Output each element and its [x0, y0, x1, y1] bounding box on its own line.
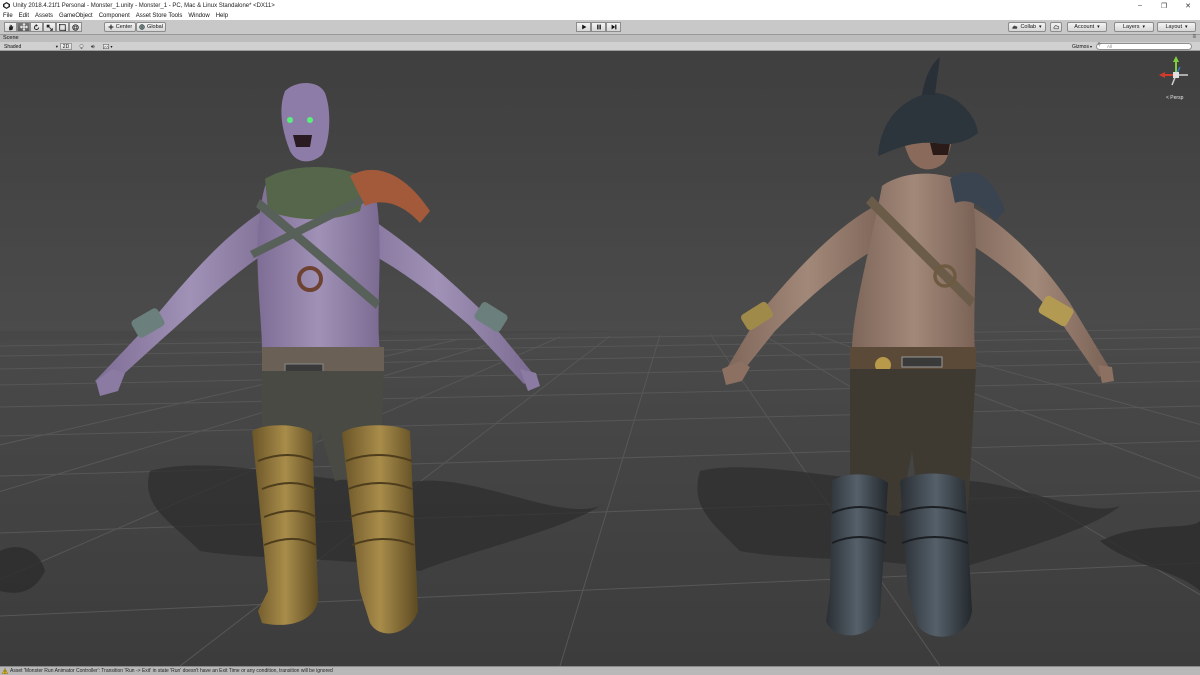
gizmos-dropdown[interactable]: Gizmos ▾	[1072, 43, 1096, 50]
scene-tab-strip: Scene ≡	[0, 34, 1200, 42]
account-dropdown-icon: ▾	[1097, 24, 1100, 30]
menu-file[interactable]: File	[3, 13, 13, 19]
pause-button[interactable]	[591, 22, 606, 32]
warning-icon	[2, 668, 8, 674]
window-controls: – ❐ ✕	[1128, 0, 1200, 11]
pivot-space-label: Global	[147, 24, 163, 30]
step-icon	[611, 24, 616, 30]
transform-tool-button[interactable]	[69, 22, 82, 32]
play-button[interactable]	[576, 22, 591, 32]
scene-render	[0, 51, 1200, 666]
menu-edit[interactable]: Edit	[19, 13, 29, 19]
2d-mode-label: 2D	[62, 43, 70, 50]
close-icon[interactable]: ✕	[1176, 0, 1200, 11]
hand-tool-button[interactable]	[4, 22, 17, 32]
2d-mode-toggle[interactable]: 2D	[60, 43, 72, 50]
play-icon	[581, 24, 586, 30]
search-icon: ⚲	[1097, 42, 1101, 48]
orientation-gizmo[interactable]: < Persp	[1158, 55, 1194, 101]
lighting-toggle[interactable]	[76, 43, 86, 50]
scene-search-placeholder: All	[1107, 44, 1113, 49]
pivot-mode-button[interactable]: Center	[104, 22, 136, 32]
scene-search-input[interactable]: All	[1096, 43, 1192, 50]
layout-dropdown[interactable]: Layout ▾	[1157, 22, 1196, 32]
maximize-icon[interactable]: ❐	[1152, 0, 1176, 11]
menu-component[interactable]: Component	[99, 13, 130, 19]
minimize-icon[interactable]: –	[1128, 0, 1152, 11]
projection-label[interactable]: < Persp	[1166, 95, 1183, 101]
shading-mode-label: Shaded	[4, 43, 22, 50]
light-bulb-icon	[79, 44, 83, 49]
audio-toggle[interactable]	[88, 43, 98, 50]
menu-asset-store-tools[interactable]: Asset Store Tools	[136, 13, 183, 19]
globe-icon	[139, 24, 145, 30]
rect-tool-button[interactable]	[56, 22, 69, 32]
layout-label: Layout	[1165, 24, 1182, 30]
shading-mode-dropdown[interactable]: Shaded ▾	[4, 43, 58, 50]
scene-toolbar: Shaded ▾ 2D ▾ Gizmos ▾ All ⚲	[0, 42, 1200, 51]
scale-tool-button[interactable]	[43, 22, 56, 32]
menu-window[interactable]: Window	[188, 13, 209, 19]
hand-icon	[9, 24, 14, 30]
rect-icon	[59, 23, 66, 31]
layout-dropdown-icon: ▾	[1185, 24, 1188, 30]
console-message: Asset 'Monster Run Animator Controller':…	[10, 668, 333, 674]
speaker-icon	[91, 44, 95, 49]
status-bar[interactable]: Asset 'Monster Run Animator Controller':…	[0, 666, 1200, 675]
move-tool-button[interactable]	[17, 22, 30, 32]
move-icon	[19, 23, 28, 31]
main-toolbar: Center Global Collab ▾ Account ▾ Layers …	[0, 20, 1200, 35]
pause-icon	[596, 24, 601, 30]
services-button[interactable]	[1050, 22, 1062, 32]
rotate-icon	[33, 23, 40, 30]
shading-dropdown-icon: ▾	[55, 43, 58, 49]
menu-gameobject[interactable]: GameObject	[59, 13, 93, 19]
cloud-icon	[1012, 25, 1018, 29]
image-effects-icon	[103, 44, 110, 49]
gizmos-label: Gizmos	[1072, 43, 1089, 50]
rotate-tool-button[interactable]	[30, 22, 43, 32]
effects-dropdown-icon: ▾	[110, 44, 113, 49]
menu-assets[interactable]: Assets	[35, 13, 53, 19]
title-bar: Unity 2018.4.21f1 Personal - Monster_1.u…	[0, 0, 1200, 11]
unity-logo-icon	[2, 2, 10, 10]
effects-dropdown[interactable]: ▾	[101, 43, 115, 50]
scale-icon	[46, 24, 53, 31]
scene-tab[interactable]: Scene	[3, 35, 19, 41]
cloud-services-icon	[1053, 25, 1059, 30]
pivot-space-button[interactable]: Global	[136, 22, 166, 32]
tab-menu-icon[interactable]: ≡	[1192, 34, 1196, 40]
menu-bar: File Edit Assets GameObject Component As…	[0, 11, 1200, 20]
collab-dropdown-icon: ▾	[1039, 24, 1042, 30]
layers-dropdown[interactable]: Layers ▾	[1114, 22, 1154, 32]
menu-help[interactable]: Help	[216, 13, 228, 19]
account-label: Account	[1074, 24, 1095, 30]
collab-button[interactable]: Collab ▾	[1008, 22, 1046, 32]
layers-dropdown-icon: ▾	[1142, 24, 1146, 30]
pivot-icon	[108, 24, 114, 30]
step-button[interactable]	[606, 22, 621, 32]
layers-label: Layers	[1122, 24, 1140, 30]
collab-label: Collab	[1020, 24, 1037, 30]
pivot-mode-label: Center	[115, 24, 133, 30]
scene-viewport[interactable]: < Persp	[0, 51, 1200, 666]
axis-gizmo-icon	[1159, 56, 1188, 86]
account-dropdown[interactable]: Account ▾	[1067, 22, 1107, 32]
window-title: Unity 2018.4.21f1 Personal - Monster_1.u…	[13, 2, 275, 9]
gizmos-dropdown-icon: ▾	[1089, 44, 1092, 49]
transform-icon	[72, 23, 79, 31]
